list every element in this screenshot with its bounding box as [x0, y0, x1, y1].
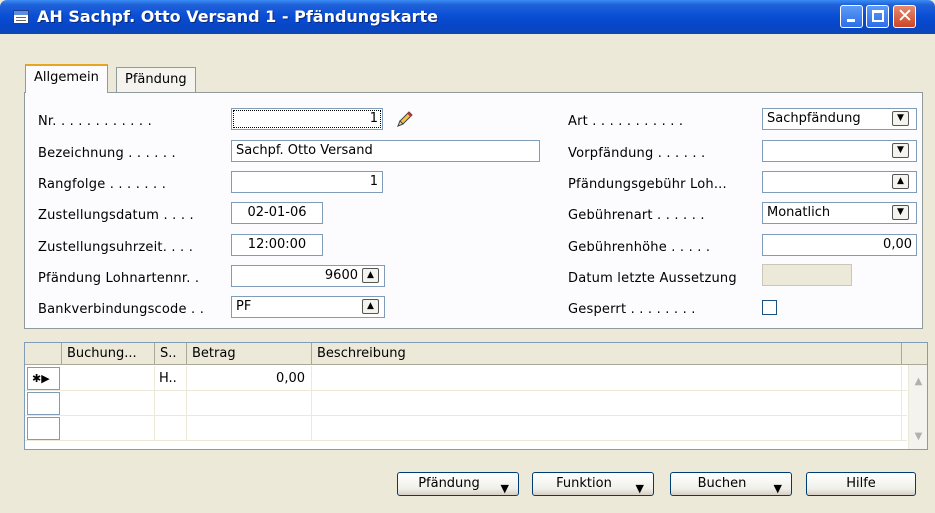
nr-field[interactable]: 1 — [231, 108, 383, 130]
header-betrag[interactable]: Betrag — [187, 343, 312, 365]
tab-pfaendung[interactable]: Pfändung — [116, 67, 196, 93]
label-pfaendung-lohnartennr: Pfändung Lohnartennr. . — [38, 271, 200, 286]
funktion-button[interactable]: Funktion ▼ — [532, 472, 654, 496]
bezeichnung-field[interactable]: Sachpf. Otto Versand — [231, 140, 540, 162]
label-pfaendungsgebuehr-loh: Pfändungsgebühr Loh... — [568, 177, 727, 192]
table-row[interactable] — [25, 416, 907, 441]
pfaendung-button-label: Pfändung — [418, 476, 480, 491]
cell-s[interactable] — [155, 416, 187, 441]
maximize-icon — [872, 10, 884, 22]
scroll-down-icon[interactable]: ▼ — [910, 428, 927, 445]
cell-buchung[interactable] — [62, 416, 155, 441]
window-title: AH Sachpf. Otto Versand 1 - Pfändungskar… — [37, 7, 438, 26]
rangfolge-field[interactable]: 1 — [231, 171, 383, 193]
table-scrollbar[interactable]: ▲ ▼ — [908, 365, 927, 449]
gesperrt-checkbox[interactable] — [762, 300, 777, 315]
close-icon: ✕ — [897, 5, 913, 27]
zustellungsuhrzeit-field[interactable]: 12:00:00 — [231, 234, 323, 256]
buchen-dropdown-icon: ▼ — [773, 482, 782, 495]
bankverbindungscode-lookup-icon[interactable]: ▲ — [362, 299, 379, 314]
window-icon — [13, 10, 29, 24]
row-selector[interactable]: ✱▶ — [27, 367, 60, 390]
hilfe-button[interactable]: Hilfe — [806, 472, 916, 496]
label-rangfolge: Rangfolge . . . . . . . — [38, 177, 167, 192]
label-gebuehrenhoehe: Gebührenhöhe . . . . . — [568, 240, 711, 255]
table-header: Buchung... S.. Betrag Beschreibung — [25, 343, 927, 365]
cell-buchung[interactable] — [62, 391, 155, 416]
label-vorpfaendung: Vorpfändung . . . . . . — [568, 146, 706, 161]
label-bezeichnung: Bezeichnung . . . . . . — [38, 146, 176, 161]
header-selector — [25, 343, 62, 365]
cell-s[interactable]: H.. — [155, 366, 187, 391]
label-gesperrt: Gesperrt . . . . . . . . — [568, 302, 696, 317]
zustellungsdatum-field[interactable]: 02-01-06 — [231, 202, 323, 224]
tab-allgemein[interactable]: Allgemein — [25, 64, 108, 93]
header-s[interactable]: S.. — [155, 343, 187, 365]
label-bankverbindungscode: Bankverbindungscode . . — [38, 302, 205, 317]
table-row[interactable]: ✱▶ H.. 0,00 — [25, 366, 907, 391]
scroll-up-icon[interactable]: ▲ — [910, 373, 927, 390]
cell-beschreibung[interactable] — [312, 391, 902, 416]
buchen-button-label: Buchen — [697, 476, 747, 491]
close-button[interactable]: ✕ — [893, 5, 916, 28]
maximize-button[interactable] — [866, 5, 889, 28]
header-buchung[interactable]: Buchung... — [62, 343, 155, 365]
header-beschreibung[interactable]: Beschreibung — [312, 343, 902, 365]
table-row[interactable] — [25, 391, 907, 416]
row-selector[interactable] — [27, 417, 60, 440]
label-gebuehrenart: Gebührenart . . . . . . — [568, 208, 705, 223]
cell-s[interactable] — [155, 391, 187, 416]
gebuehrenart-dropdown-icon[interactable]: ▼ — [892, 205, 909, 220]
vorpfaendung-dropdown-icon[interactable]: ▼ — [892, 143, 909, 158]
cell-beschreibung[interactable] — [312, 416, 902, 441]
minimize-button[interactable] — [840, 5, 863, 28]
art-dropdown-icon[interactable]: ▼ — [892, 111, 909, 126]
cell-betrag[interactable]: 0,00 — [187, 366, 312, 391]
pencil-icon[interactable] — [394, 108, 416, 130]
funktion-dropdown-icon: ▼ — [635, 482, 644, 495]
hilfe-button-label: Hilfe — [846, 476, 876, 491]
gebuehrenhoehe-field[interactable]: 0,00 — [762, 234, 917, 256]
title-bar[interactable]: AH Sachpf. Otto Versand 1 - Pfändungskar… — [0, 0, 935, 34]
label-art: Art . . . . . . . . . . . — [568, 114, 684, 129]
cell-beschreibung[interactable] — [312, 366, 902, 391]
label-nr: Nr. . . . . . . . . . . . — [38, 114, 152, 129]
cell-betrag[interactable] — [187, 416, 312, 441]
label-zustellungsdatum: Zustellungsdatum . . . . — [38, 208, 194, 223]
pfaendung-dropdown-icon: ▼ — [500, 482, 509, 495]
buchen-button[interactable]: Buchen ▼ — [670, 472, 792, 496]
label-zustellungsuhrzeit: Zustellungsuhrzeit. . . . — [38, 240, 194, 255]
funktion-button-label: Funktion — [556, 476, 612, 491]
pfaendungsgebuehr-lookup-icon[interactable]: ▲ — [892, 174, 909, 189]
lohnartennr-lookup-icon[interactable]: ▲ — [362, 268, 379, 283]
datum-letzte-aussetzung-field — [762, 264, 852, 286]
journal-table: Buchung... S.. Betrag Beschreibung ✱▶ H.… — [24, 342, 928, 450]
pfaendung-button[interactable]: Pfändung ▼ — [397, 472, 519, 496]
minimize-icon — [847, 19, 855, 22]
label-datum-letzte-aussetzung: Datum letzte Aussetzung — [568, 271, 737, 286]
row-selector[interactable] — [27, 392, 60, 415]
cell-betrag[interactable] — [187, 391, 312, 416]
cell-buchung[interactable] — [62, 366, 155, 391]
